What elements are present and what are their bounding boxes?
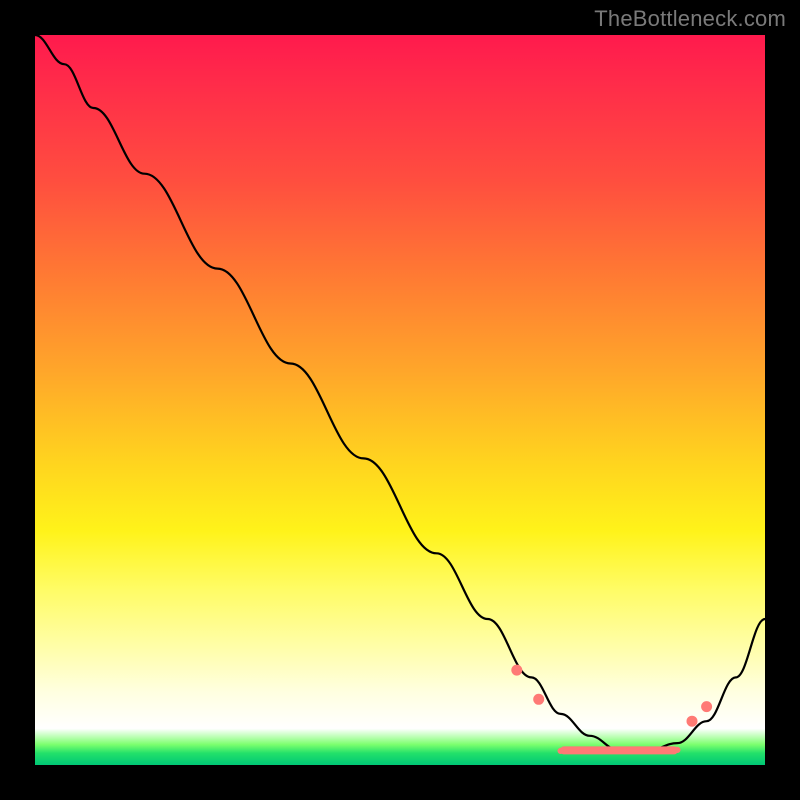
curve-marker — [654, 747, 659, 752]
curve-marker — [590, 747, 595, 752]
chart-frame: TheBottleneck.com — [0, 0, 800, 800]
curve-marker — [632, 747, 637, 752]
curve-marker — [512, 665, 522, 675]
curve-marker — [600, 748, 605, 753]
curve-marker — [675, 747, 680, 752]
valley-marker-band — [561, 746, 678, 754]
curve-marker — [579, 748, 584, 753]
curve-marker — [558, 748, 563, 753]
curve-layer — [35, 35, 765, 765]
curve-marker — [611, 747, 616, 752]
plot-area — [35, 35, 765, 765]
curve-marker — [664, 748, 669, 753]
curve-marker — [622, 748, 627, 753]
curve-marker — [687, 716, 697, 726]
curve-marker — [702, 702, 712, 712]
curve-markers — [512, 665, 712, 753]
curve-marker — [643, 748, 648, 753]
watermark-text: TheBottleneck.com — [594, 6, 786, 32]
curve-marker — [569, 747, 574, 752]
bottleneck-curve — [35, 35, 765, 750]
curve-marker — [534, 694, 544, 704]
